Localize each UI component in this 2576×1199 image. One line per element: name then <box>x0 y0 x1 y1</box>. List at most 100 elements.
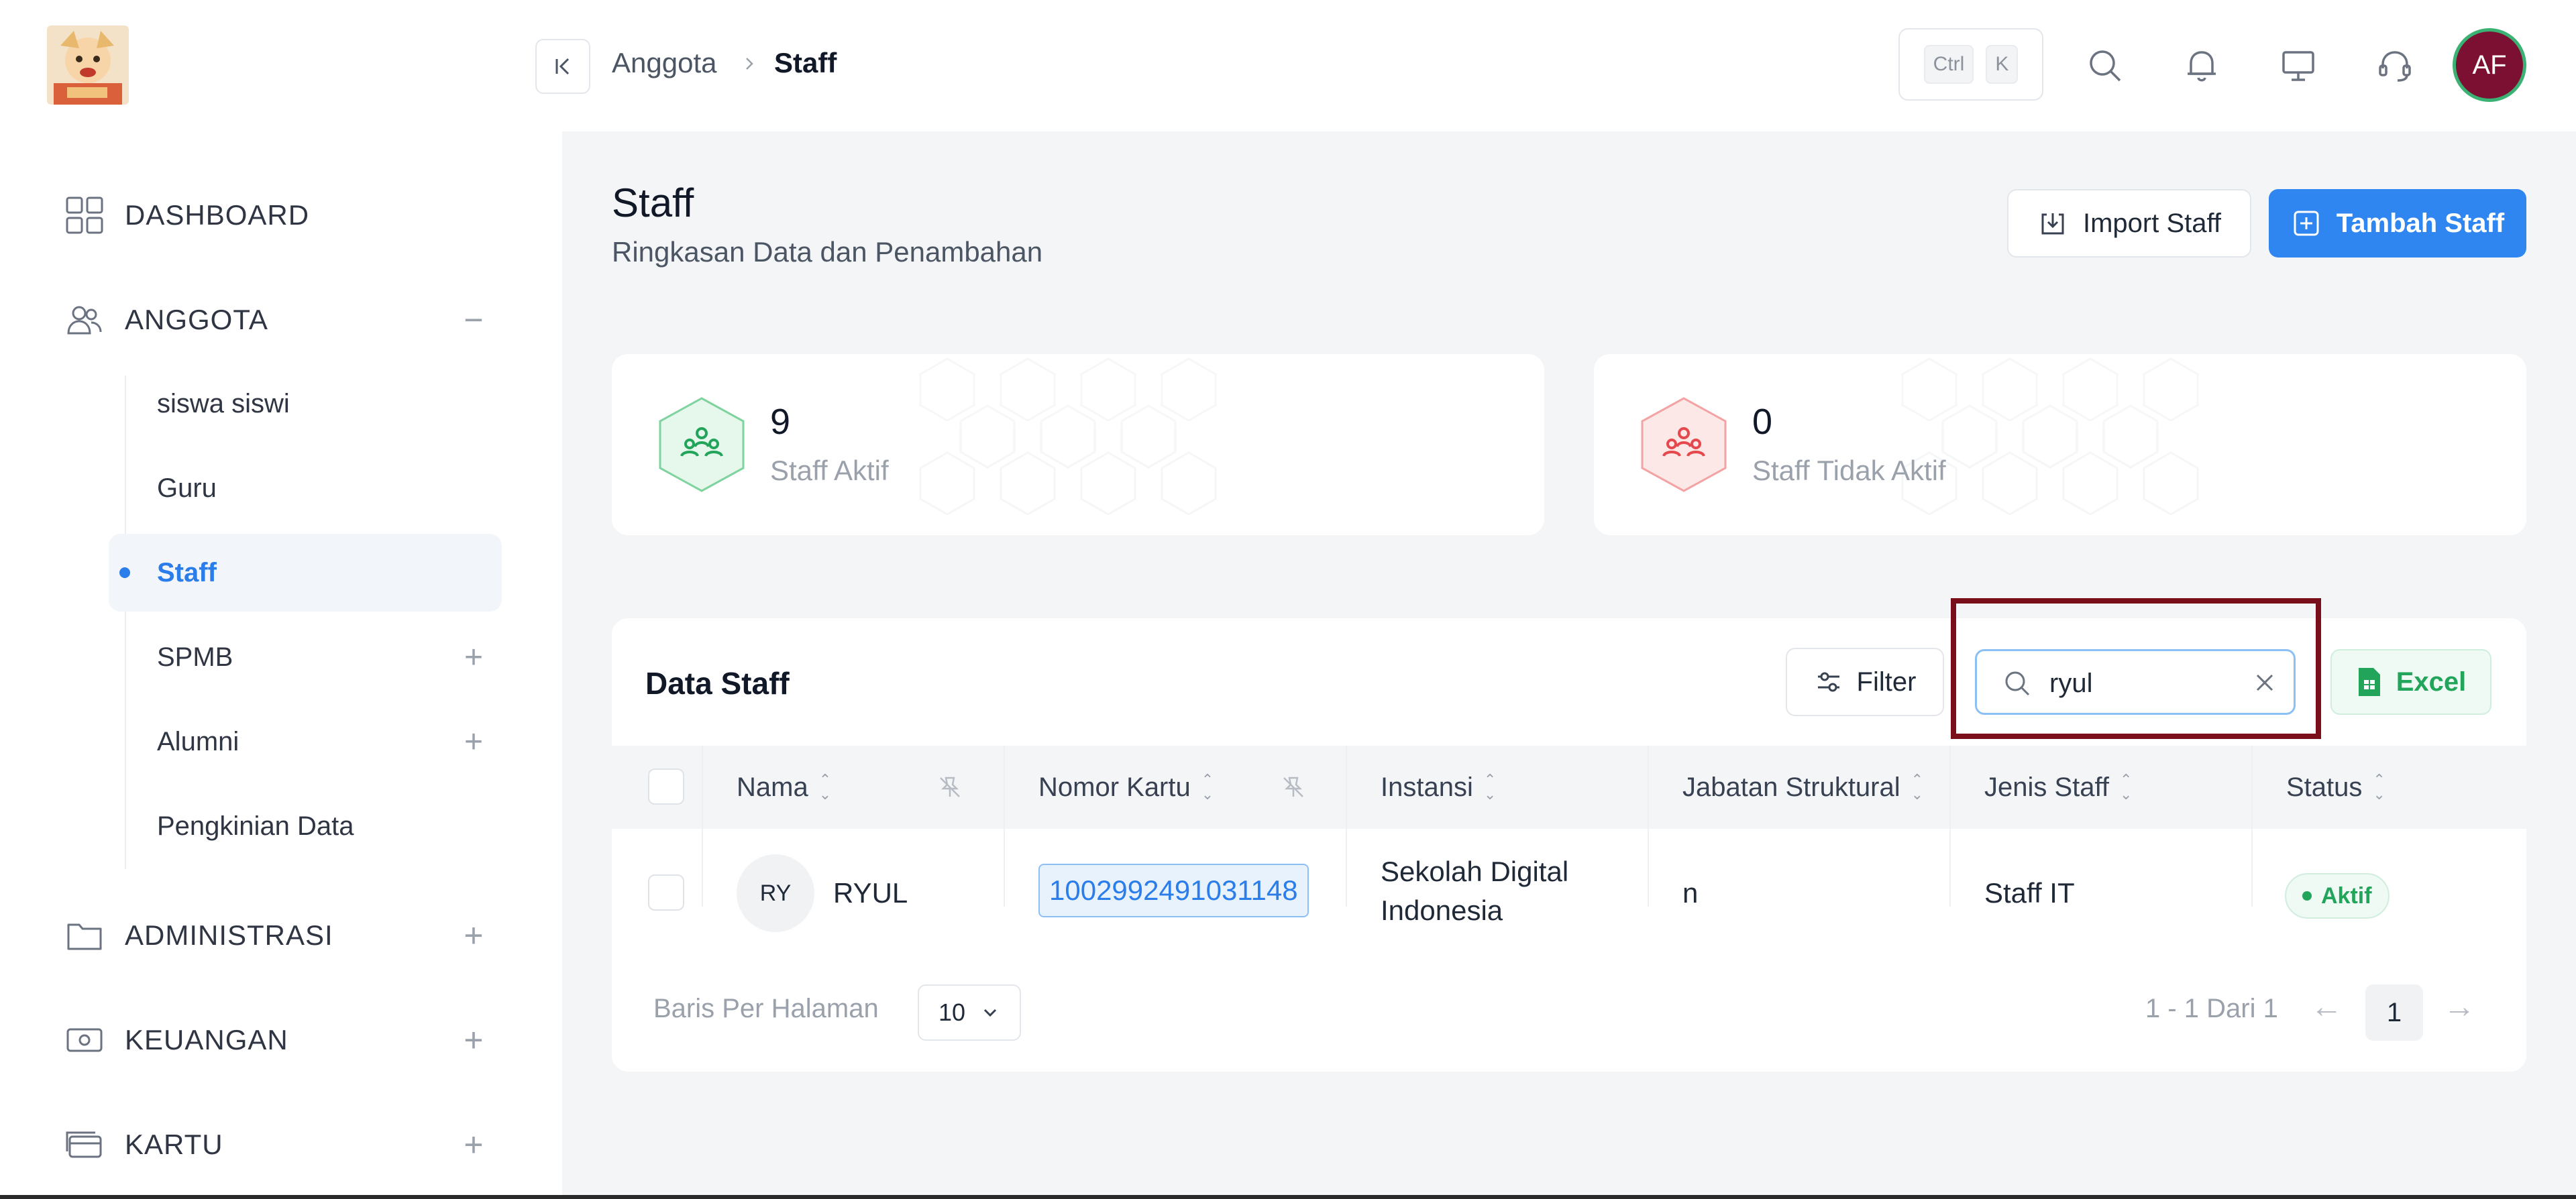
sliders-icon <box>1817 672 1839 692</box>
sidebar-item-pengkinian-data[interactable]: Pengkinian Data <box>109 787 502 865</box>
sidebar-item-label: siswa siswi <box>157 388 290 418</box>
staff-avatar: RY <box>737 854 814 932</box>
command-shortcut[interactable]: Ctrl K <box>1898 28 2043 101</box>
app-logo[interactable] <box>47 25 129 105</box>
excel-file-icon <box>2358 668 2380 696</box>
stat-card-inactive: 0 Staff Tidak Aktif <box>1594 354 2526 535</box>
select-all-checkbox[interactable] <box>648 768 684 805</box>
hex-pattern <box>919 357 1217 516</box>
user-avatar[interactable]: AF <box>2453 28 2526 102</box>
sort-icon[interactable]: ⌃ ⌄ <box>1484 773 1496 802</box>
pin-off-icon[interactable] <box>936 774 963 801</box>
next-page-icon[interactable]: → <box>2443 988 2475 1025</box>
card-icon <box>66 1131 102 1158</box>
column-header-nomor-kartu[interactable]: Nomor Kartu ⌃ ⌄ <box>1038 746 1214 829</box>
prev-page-icon[interactable]: ← <box>2310 988 2343 1025</box>
sort-icon[interactable]: ⌃ ⌄ <box>2373 773 2385 802</box>
column-header-jenis-staff[interactable]: Jenis Staff ⌃ ⌄ <box>1984 746 2132 829</box>
sidebar-item-label: Guru <box>157 473 217 503</box>
sort-icon[interactable]: ⌃ ⌄ <box>2120 773 2132 802</box>
staff-inactive-icon <box>1641 397 1727 492</box>
export-excel-button[interactable]: Excel <box>2330 649 2491 715</box>
staff-name: RYUL <box>833 877 908 909</box>
sidebar-item-staff[interactable]: Staff <box>109 534 502 612</box>
status-label: Aktif <box>2321 882 2372 909</box>
column-header-nama[interactable]: Nama ⌃ ⌄ <box>737 746 831 829</box>
nav-label: ANGGOTA <box>125 304 268 335</box>
kbd-k: K <box>1986 45 2019 84</box>
stat-card-active: 9 Staff Aktif <box>612 354 1544 535</box>
stat-inactive-value: 0 <box>1752 402 1773 442</box>
expand-icon[interactable]: + <box>460 1021 487 1060</box>
breadcrumb-staff: Staff <box>774 47 837 78</box>
users-icon <box>67 306 102 335</box>
staff-active-icon <box>659 397 745 492</box>
nav-kartu[interactable]: KARTU + <box>0 1108 562 1182</box>
page-1-button[interactable]: 1 <box>2365 984 2423 1041</box>
table-title: Data Staff <box>645 666 790 701</box>
sidebar-item-guru[interactable]: Guru <box>109 449 502 527</box>
sidebar: DASHBOARD ANGGOTA − siswa siswi Guru Sta… <box>0 0 562 1199</box>
sort-icon[interactable]: ⌃ ⌄ <box>819 773 831 802</box>
instansi-line1: Sekolah Digital <box>1381 856 1569 887</box>
pin-off-icon[interactable] <box>1280 774 1307 801</box>
expand-icon[interactable]: + <box>460 639 487 676</box>
import-staff-button[interactable]: Import Staff <box>2007 189 2251 258</box>
jenis-staff-value: Staff IT <box>1984 877 2075 909</box>
rows-per-page-select[interactable]: 10 <box>918 984 1021 1041</box>
sidebar-item-siswa-siswi[interactable]: siswa siswi <box>109 365 502 443</box>
sort-icon[interactable]: ⌃ ⌄ <box>1911 773 1923 802</box>
sidebar-item-alumni[interactable]: Alumni + <box>109 703 502 781</box>
stat-inactive-label: Staff Tidak Aktif <box>1752 455 1946 486</box>
rows-per-page-label: Baris Per Halaman <box>653 994 879 1023</box>
page-title: Staff <box>612 180 694 225</box>
excel-label: Excel <box>2396 667 2467 697</box>
search-icon[interactable] <box>2084 44 2127 87</box>
collapse-left-icon <box>555 58 570 75</box>
filter-label: Filter <box>1856 667 1917 697</box>
monitor-icon[interactable] <box>2277 44 2320 87</box>
expand-icon[interactable]: + <box>460 724 487 760</box>
jabatan-value: n <box>1682 877 1699 909</box>
table-row[interactable]: RY RYUL 100299249103114​8 Sekolah Digita… <box>612 829 2526 956</box>
nav-dashboard[interactable]: DASHBOARD <box>0 178 562 252</box>
page-info: 1 - 1 Dari 1 <box>2145 994 2278 1023</box>
nav-label: KARTU <box>125 1129 223 1160</box>
chevron-down-icon <box>983 1009 997 1017</box>
add-staff-button[interactable]: Tambah Staff <box>2269 189 2526 258</box>
column-header-instansi[interactable]: Instansi ⌃ ⌄ <box>1381 746 1496 829</box>
rows-per-page-value: 10 <box>938 998 966 1026</box>
kbd-ctrl: Ctrl <box>1923 45 1974 84</box>
download-icon <box>2041 213 2064 235</box>
sidebar-collapse-button[interactable] <box>535 39 590 94</box>
instansi-line2: Indonesia <box>1381 895 1503 926</box>
stat-active-label: Staff Aktif <box>770 455 889 486</box>
dashboard-icon <box>66 196 103 234</box>
headset-icon[interactable] <box>2373 44 2416 87</box>
table-header: Nama ⌃ ⌄ Nomor Kartu ⌃ ⌄ Instansi ⌃ ⌄ Jabat… <box>612 746 2526 829</box>
sidebar-item-spmb[interactable]: SPMB + <box>109 618 502 696</box>
column-label: Nama <box>737 772 808 802</box>
filter-button[interactable]: Filter <box>1786 648 1944 716</box>
bottom-border <box>0 1195 2576 1199</box>
sort-icon[interactable]: ⌃ ⌄ <box>1201 773 1214 802</box>
breadcrumb-anggota[interactable]: Anggota <box>612 47 716 79</box>
collapse-icon[interactable]: − <box>460 300 487 339</box>
nav-administrasi[interactable]: ADMINISTRASI + <box>0 899 562 972</box>
chevron-right-icon <box>746 58 753 70</box>
sidebar-item-label: SPMB <box>157 642 233 672</box>
bell-icon[interactable] <box>2180 44 2223 87</box>
nav-anggota[interactable]: ANGGOTA − <box>0 283 562 357</box>
sidebar-item-label: Pengkinian Data <box>157 811 354 841</box>
money-icon <box>66 1028 103 1052</box>
expand-icon[interactable]: + <box>460 1125 487 1164</box>
column-header-jabatan[interactable]: Jabatan Struktural ⌃ ⌄ <box>1682 746 1923 829</box>
column-label: Status <box>2286 772 2363 802</box>
expand-icon[interactable]: + <box>460 916 487 955</box>
card-number[interactable]: 100299249103114​8 <box>1038 864 1309 917</box>
column-header-status[interactable]: Status ⌃ ⌄ <box>2286 746 2385 829</box>
search-highlight-box <box>1951 598 2321 739</box>
nav-keuangan[interactable]: KEUANGAN + <box>0 1003 562 1077</box>
row-checkbox[interactable] <box>648 874 684 911</box>
status-badge: Aktif <box>2285 873 2390 919</box>
